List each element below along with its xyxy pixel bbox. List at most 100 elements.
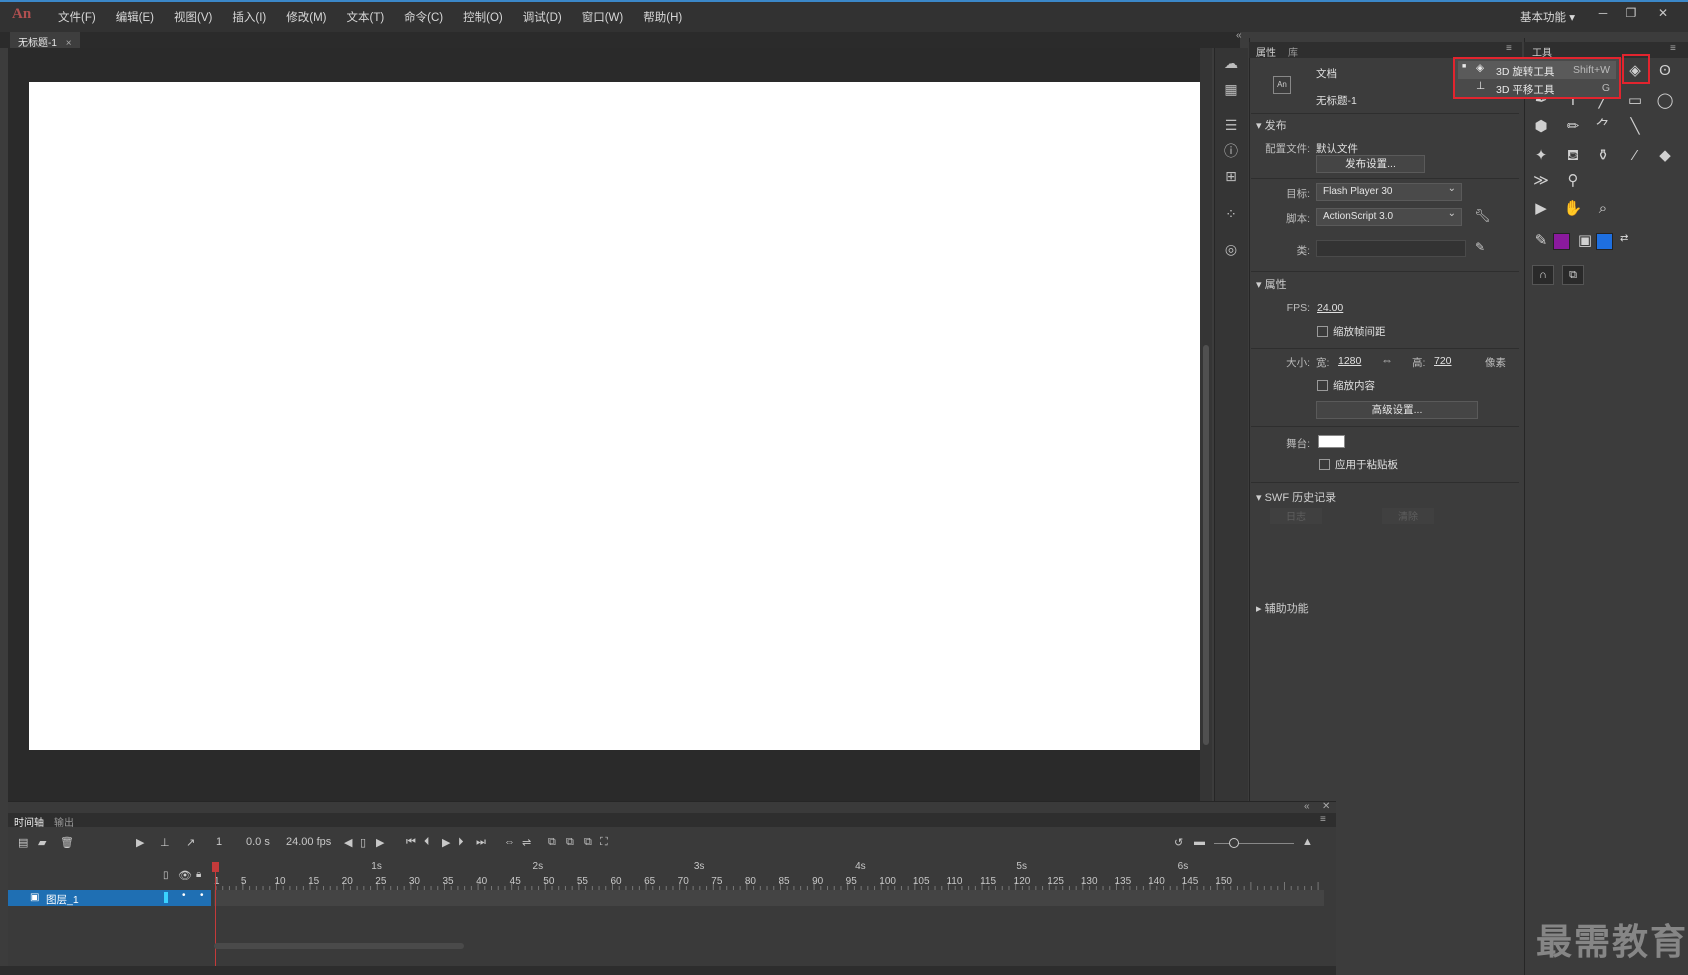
- loop-icon[interactable]: ⇔: [504, 836, 515, 848]
- wrench-icon[interactable]: 🔧︎: [1474, 208, 1491, 224]
- prev-icon[interactable]: ◀: [344, 836, 352, 849]
- graph-icon[interactable]: ↗: [186, 836, 195, 849]
- snap-to-objects-icon[interactable]: ∩: [1532, 265, 1554, 285]
- frame-row[interactable]: [214, 890, 1324, 906]
- swatches-icon[interactable]: ▦: [1222, 80, 1240, 98]
- log-button[interactable]: 日志: [1270, 508, 1322, 524]
- advanced-settings-button[interactable]: 高级设置...: [1316, 401, 1478, 419]
- height-value[interactable]: 720: [1434, 355, 1452, 367]
- menu-item-8[interactable]: 调试(D): [513, 9, 572, 25]
- panel-menu-icon[interactable]: ≡: [1320, 814, 1326, 825]
- brush-tool-icon[interactable]: ╲: [1624, 116, 1646, 138]
- paint-bucket-tool-icon[interactable]: ⛾: [1562, 145, 1584, 167]
- camera-icon[interactable]: ▶: [136, 836, 144, 849]
- tab-library[interactable]: 库: [1288, 44, 1298, 59]
- scale-spans-checkbox[interactable]: [1317, 326, 1328, 337]
- zoom-tool-icon[interactable]: ⌕: [1592, 198, 1614, 220]
- menu-item-1[interactable]: 编辑(E): [106, 9, 164, 25]
- delete-icon[interactable]: 🗑︎: [60, 836, 74, 849]
- panel-menu-icon[interactable]: ≡: [1670, 43, 1676, 54]
- reset-zoom-icon[interactable]: ↺: [1174, 836, 1183, 849]
- menu-item-4[interactable]: 修改(M): [276, 9, 336, 25]
- frame-rate[interactable]: 24.00 fps: [286, 836, 331, 848]
- eyedropper-tool-icon[interactable]: ⁄: [1624, 145, 1646, 167]
- pencil-tool-icon[interactable]: ✏: [1562, 116, 1584, 138]
- eye-icon[interactable]: 👁︎: [178, 869, 192, 882]
- flyout-item-3d-rotation[interactable]: ■ ◈ 3D 旋转工具 Shift+W: [1458, 61, 1616, 79]
- play-icon[interactable]: ▶: [442, 836, 450, 849]
- close-window-button[interactable]: ✕: [1652, 6, 1674, 22]
- pencil-icon[interactable]: ✎: [1475, 240, 1485, 254]
- paint-brush-tool-icon[interactable]: ⺈: [1592, 116, 1614, 138]
- stroke-color-swatch[interactable]: [1553, 233, 1570, 250]
- menu-item-2[interactable]: 视图(V): [164, 9, 222, 25]
- visibility-dot-icon[interactable]: •: [182, 890, 186, 901]
- tab-properties[interactable]: 属性: [1256, 44, 1276, 59]
- smooth-icon[interactable]: ⧉: [1562, 265, 1584, 285]
- zoom-slider-handle[interactable]: [1229, 838, 1239, 848]
- info-icon[interactable]: ⓘ: [1222, 142, 1240, 160]
- eraser-tool-icon[interactable]: ◆: [1654, 145, 1676, 167]
- menu-item-7[interactable]: 控制(O): [453, 9, 513, 25]
- step-forward-icon[interactable]: ⏵: [458, 836, 464, 849]
- target-select[interactable]: Flash Player 30: [1316, 183, 1462, 201]
- rectangle-tool-icon[interactable]: ▭: [1624, 90, 1646, 112]
- fill-color-swatch[interactable]: [1596, 233, 1613, 250]
- camera-tool-icon[interactable]: ▶: [1530, 198, 1552, 220]
- clear-button[interactable]: 清除: [1382, 508, 1434, 524]
- publish-section-header[interactable]: ▾ 发布: [1256, 117, 1287, 133]
- onion-skin-icon[interactable]: ⧉: [548, 836, 556, 849]
- next-icon[interactable]: ▶: [376, 836, 384, 849]
- publish-settings-button[interactable]: 发布设置...: [1316, 155, 1425, 173]
- stage-color-swatch[interactable]: [1318, 435, 1345, 448]
- tab-timeline[interactable]: 时间轴: [14, 814, 44, 829]
- menu-item-9[interactable]: 窗口(W): [572, 9, 634, 25]
- align-icon[interactable]: ☰: [1222, 116, 1240, 134]
- minimize-button[interactable]: ─: [1592, 6, 1614, 22]
- class-input[interactable]: [1316, 240, 1466, 257]
- collapse-icon[interactable]: «: [1236, 30, 1242, 41]
- current-time[interactable]: 0.0 s: [246, 836, 270, 848]
- accessibility-section-header[interactable]: ▸ 辅助功能: [1256, 600, 1309, 616]
- zoom-in-icon[interactable]: ▲: [1302, 836, 1313, 848]
- step-back-icon[interactable]: ⏴: [424, 836, 430, 849]
- fps-value[interactable]: 24.00: [1317, 302, 1343, 314]
- close-timeline-icon[interactable]: ✕: [1322, 801, 1330, 812]
- swap-colors-icon[interactable]: ⇄: [1620, 233, 1628, 244]
- menu-item-5[interactable]: 文本(T): [336, 9, 394, 25]
- script-select[interactable]: ActionScript 3.0: [1316, 208, 1462, 226]
- center-frame-icon[interactable]: ⇌: [522, 836, 531, 849]
- parenting-icon[interactable]: ⊥: [160, 836, 170, 849]
- lock-dot-icon[interactable]: •: [200, 890, 204, 901]
- bone-tool-icon[interactable]: ✦: [1530, 145, 1552, 167]
- stage-canvas[interactable]: [29, 82, 1200, 750]
- library-icon[interactable]: ☁: [1222, 54, 1240, 72]
- motion-presets-icon[interactable]: ⁘: [1222, 205, 1240, 223]
- cc-libraries-icon[interactable]: ◎: [1222, 240, 1240, 258]
- restore-button[interactable]: ❐: [1620, 6, 1642, 22]
- bottom-scrollbar[interactable]: [0, 966, 1336, 975]
- menu-item-0[interactable]: 文件(F): [48, 9, 106, 25]
- scale-content-checkbox[interactable]: [1317, 380, 1328, 391]
- new-layer-icon[interactable]: ▤: [18, 836, 28, 849]
- lock-icon[interactable]: 🔒︎: [196, 869, 201, 880]
- frame-icon[interactable]: ▯: [360, 836, 366, 849]
- zoom-out-icon[interactable]: ▬: [1194, 836, 1205, 848]
- current-frame[interactable]: 1: [216, 836, 222, 848]
- last-frame-icon[interactable]: ⏭: [476, 836, 486, 849]
- width-value[interactable]: 1280: [1338, 355, 1361, 367]
- menu-item-6[interactable]: 命令(C): [394, 9, 453, 25]
- swf-history-section-header[interactable]: ▾ SWF 历史记录: [1256, 489, 1336, 505]
- pin-tool-icon[interactable]: ⚲: [1562, 170, 1584, 192]
- workspace-switcher[interactable]: 基本功能 ▾: [1520, 9, 1575, 25]
- first-frame-icon[interactable]: ⏮: [406, 836, 416, 849]
- playhead[interactable]: [215, 862, 216, 972]
- properties-section-header[interactable]: ▾ 属性: [1256, 276, 1287, 292]
- oval-tool-icon[interactable]: ◯: [1654, 90, 1676, 112]
- new-folder-icon[interactable]: ▰: [38, 836, 46, 849]
- zoom-slider[interactable]: [1214, 843, 1294, 844]
- document-tab[interactable]: 无标题-1 ×: [10, 32, 80, 49]
- ink-bottle-tool-icon[interactable]: ⚱: [1592, 145, 1614, 167]
- tab-output[interactable]: 输出: [54, 814, 74, 829]
- link-icon[interactable]: ⇔: [1381, 353, 1393, 367]
